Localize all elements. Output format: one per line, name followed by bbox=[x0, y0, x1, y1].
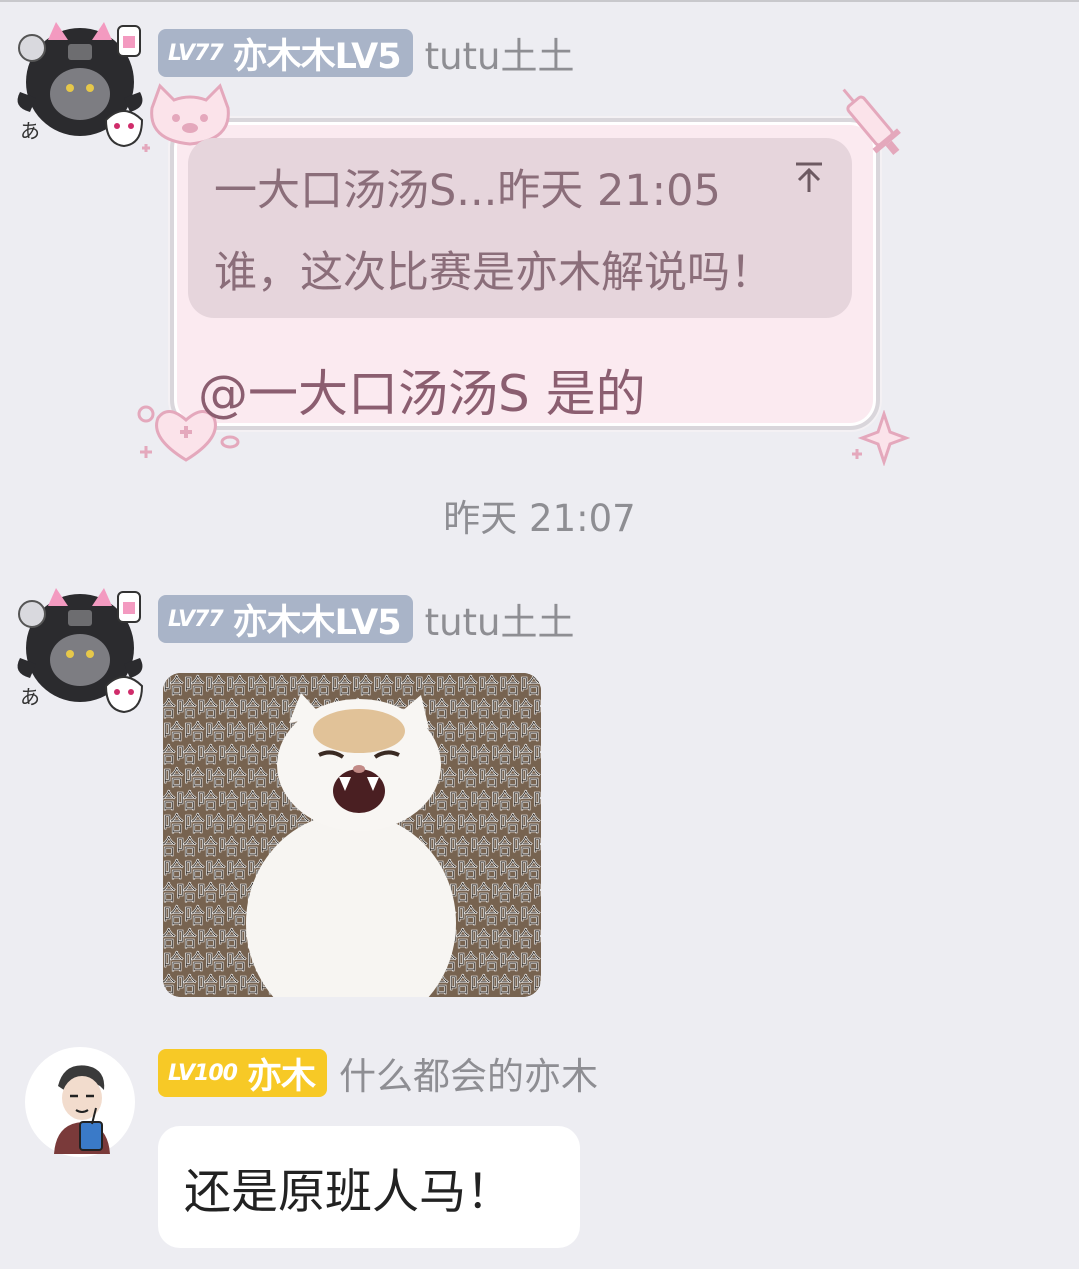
quote-header: 一大口汤汤S...昨天 21:05 bbox=[214, 166, 721, 216]
avatar-cartoon-man[interactable] bbox=[24, 1046, 136, 1158]
level-label: LV100 bbox=[168, 1060, 238, 1086]
sender-nickname[interactable]: tutu土土 bbox=[425, 26, 575, 80]
level-label: LV77 bbox=[168, 606, 224, 632]
badge-name: 亦木 bbox=[246, 1056, 316, 1097]
laughing-cat-sticker[interactable]: 哈哈哈哈哈哈哈哈哈哈哈哈哈哈哈哈哈哈哈哈哈哈哈哈哈哈哈哈哈哈哈哈哈哈哈哈哈哈哈哈… bbox=[163, 673, 541, 997]
level-badge[interactable]: LV100 亦木 bbox=[158, 1049, 327, 1097]
sender-nickname[interactable]: 什么都会的亦木 bbox=[339, 1046, 598, 1100]
sender-row: LV100 亦木 什么都会的亦木 bbox=[158, 1048, 598, 1098]
timestamp-label: 昨天 21:07 bbox=[443, 497, 636, 540]
svg-text:あ: あ bbox=[20, 119, 40, 143]
message-bubble[interactable]: 还是原班人马！ bbox=[158, 1126, 580, 1248]
message-text: @一大口汤汤S 是的 bbox=[198, 365, 646, 423]
level-badge[interactable]: LV77 亦木木LV5 bbox=[158, 595, 413, 643]
level-badge[interactable]: LV77 亦木木LV5 bbox=[158, 29, 413, 77]
badge-name: 亦木木LV5 bbox=[232, 36, 402, 77]
sparkle-decoration-icon bbox=[852, 410, 910, 466]
badge-name: 亦木木LV5 bbox=[232, 602, 402, 643]
top-divider bbox=[0, 0, 1079, 2]
sender-row: LV77 亦木木LV5 tutu土土 bbox=[158, 594, 575, 644]
quote-text: 谁，这次比赛是亦木解说吗！ bbox=[214, 248, 773, 298]
sender-nickname[interactable]: tutu土土 bbox=[425, 592, 575, 646]
sticker-pattern-row: 哈哈哈哈哈哈哈哈哈哈哈哈哈哈哈哈哈哈哈哈 bbox=[163, 674, 541, 698]
message-text: 还是原班人马！ bbox=[184, 1164, 513, 1220]
svg-text:あ: あ bbox=[20, 685, 40, 709]
pin-top-icon[interactable] bbox=[792, 160, 826, 194]
sender-row: LV77 亦木木LV5 tutu土土 bbox=[158, 28, 575, 78]
avatar-cat-helmet[interactable]: あ bbox=[10, 578, 150, 718]
quoted-message[interactable]: 一大口汤汤S...昨天 21:05 谁，这次比赛是亦木解说吗！ bbox=[188, 138, 852, 318]
avatar-cat-helmet[interactable]: あ bbox=[10, 12, 150, 152]
level-label: LV77 bbox=[168, 40, 224, 66]
